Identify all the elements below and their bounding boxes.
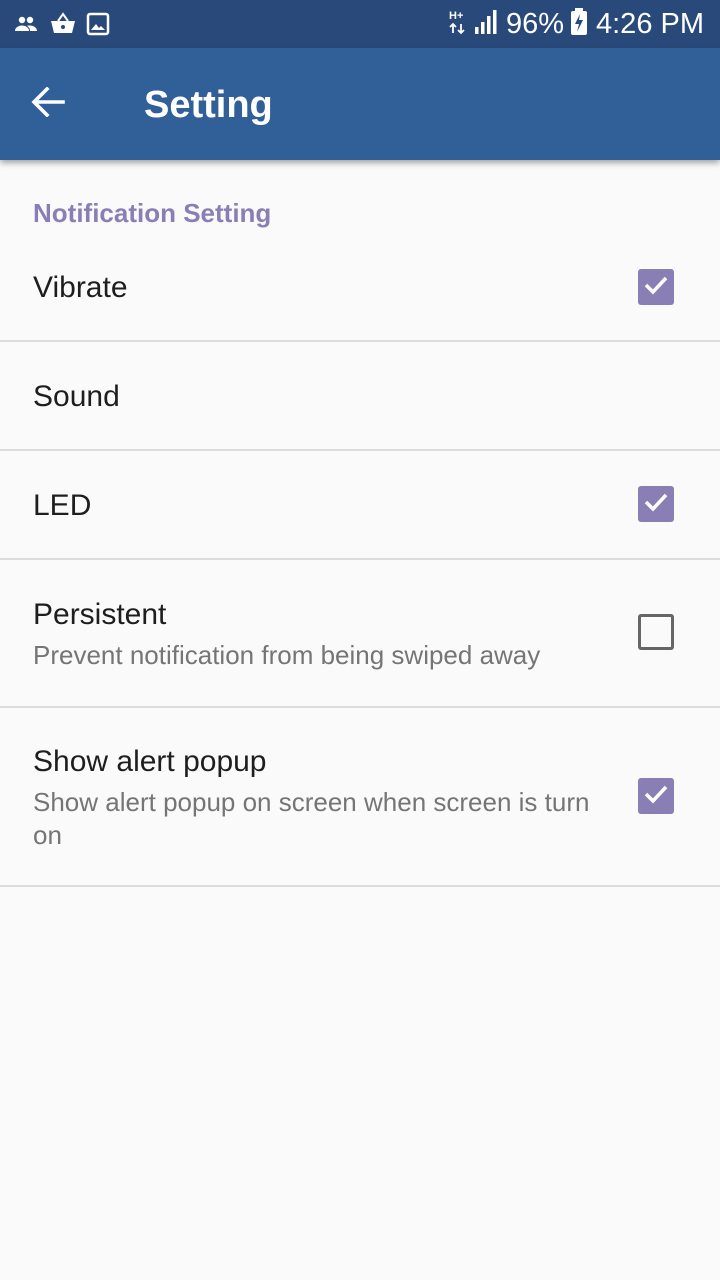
setting-row-persistent[interactable]: Persistent Prevent notification from bei… xyxy=(0,560,720,708)
led-checkbox[interactable] xyxy=(638,486,674,522)
clock: 4:26 PM xyxy=(596,8,704,40)
vibrate-checkbox[interactable] xyxy=(638,269,674,305)
shopping-basket-icon xyxy=(50,12,75,36)
status-system-icons: H+ 96% 4:26 PM xyxy=(448,6,704,42)
signal-icon xyxy=(474,9,498,40)
setting-title: Sound xyxy=(33,380,120,413)
setting-title: LED xyxy=(33,489,92,522)
image-icon xyxy=(86,12,110,36)
status-notification-icons xyxy=(14,10,122,38)
setting-title: Show alert popup xyxy=(33,745,267,778)
check-icon xyxy=(642,271,670,304)
app-bar: Setting xyxy=(0,48,720,160)
page-title: Setting xyxy=(144,84,273,126)
section-header: Notification Setting xyxy=(33,198,272,228)
check-icon xyxy=(642,780,670,813)
back-button[interactable] xyxy=(24,80,72,128)
status-bar: H+ 96% 4:26 PM xyxy=(0,0,720,48)
arrow-back-icon xyxy=(31,85,65,122)
setting-title: Persistent xyxy=(33,598,167,631)
setting-row-led[interactable]: LED xyxy=(0,451,720,560)
svg-text:H+: H+ xyxy=(449,10,463,22)
people-icon xyxy=(14,12,38,36)
persistent-checkbox[interactable] xyxy=(638,614,674,650)
setting-row-sound[interactable]: Sound xyxy=(0,342,720,451)
show-alert-popup-checkbox[interactable] xyxy=(638,778,674,814)
setting-row-vibrate[interactable]: Vibrate xyxy=(0,233,720,342)
setting-summary: Show alert popup on screen when screen i… xyxy=(33,787,590,850)
check-icon xyxy=(642,488,670,521)
battery-charging-icon xyxy=(570,7,588,41)
battery-percent: 96% xyxy=(505,8,564,40)
setting-title: Vibrate xyxy=(33,271,128,304)
setting-row-show-alert-popup[interactable]: Show alert popup Show alert popup on scr… xyxy=(0,708,720,887)
setting-summary: Prevent notification from being swiped a… xyxy=(33,640,541,670)
network-type-icon: H+ xyxy=(448,8,468,41)
